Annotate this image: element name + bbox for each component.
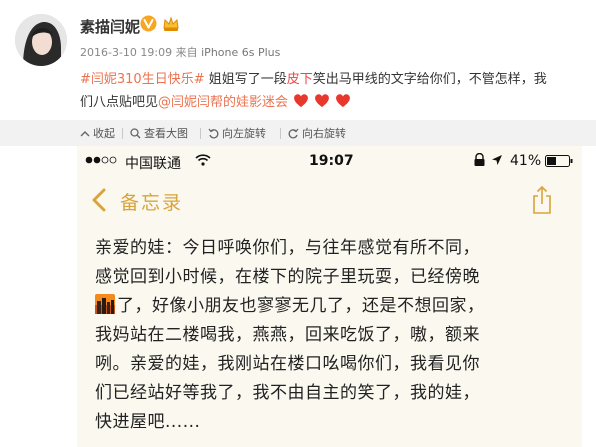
note-line: 感觉回到小时候，在楼下的院子里玩耍，已经傍晚 xyxy=(95,267,480,287)
carrier-name: 中国联通 xyxy=(125,156,181,172)
note-body[interactable]: 亲爱的娃：今日呼唤你们，与往年感觉有所不同， 感觉回到小时候，在楼下的院子里玩耍… xyxy=(95,234,565,437)
avatar[interactable] xyxy=(15,14,67,66)
source-prefix: 来自 xyxy=(175,46,198,59)
note-line-text: 了，好像小朋友也寥寥无几了，还是不想回家， xyxy=(117,296,485,316)
battery-percent: 41% xyxy=(510,153,542,169)
rotate-right-button[interactable]: 向右旋转 xyxy=(288,125,346,141)
verified-icon xyxy=(140,15,157,32)
magnifier-icon xyxy=(130,128,141,139)
notes-back-button[interactable]: 备忘录 xyxy=(120,188,183,215)
toolbar-divider xyxy=(122,128,123,139)
hashtag-link[interactable]: #闫妮310生日快乐# xyxy=(80,72,205,87)
collapse-button[interactable]: 收起 xyxy=(80,125,115,141)
image-toolbar: 收起 查看大图 向左旋转 向右旋转 xyxy=(0,120,596,146)
weibo-post-header: 素描闫妮 2016-3-10 19:09 来自 iPhone 6s Plus #… xyxy=(0,0,596,120)
heart-icon xyxy=(336,94,351,107)
location-arrow-icon xyxy=(492,155,502,165)
rotate-left-label: 向左旋转 xyxy=(222,127,266,140)
source-device[interactable]: iPhone 6s Plus xyxy=(201,46,280,59)
heart-icon xyxy=(294,94,309,107)
heart-icon xyxy=(315,94,330,107)
post-meta: 2016-3-10 19:09 来自 iPhone 6s Plus xyxy=(80,44,280,60)
wifi-icon xyxy=(195,154,211,166)
notes-nav-bar: 备忘录 xyxy=(77,178,582,224)
post-time[interactable]: 2016-3-10 19:09 xyxy=(80,46,172,59)
note-line: 快进屋吧...... xyxy=(95,412,201,432)
sunset-cityscape-emoji-icon xyxy=(95,294,115,314)
mention-link[interactable]: @闫妮闫帮的娃影迷会 xyxy=(158,95,288,110)
back-chevron-icon[interactable] xyxy=(91,188,107,212)
rotate-left-button[interactable]: 向左旋转 xyxy=(208,125,266,141)
signal-strength-icon xyxy=(85,156,117,164)
post-text: #闫妮310生日快乐# 姐姐写了一段皮下笑出马甲线的文字给你们，不管怎样，我 们… xyxy=(80,68,585,117)
note-line: 亲爱的娃：今日呼唤你们，与往年感觉有所不同， xyxy=(95,238,480,258)
ios-status-bar: 中国联通 19:07 41% xyxy=(77,146,582,178)
rotation-lock-icon xyxy=(474,153,485,166)
attached-image-notes-screenshot[interactable]: 中国联通 19:07 41% 备忘录 亲爱的娃：今日呼唤你们，与往年感觉有所不同… xyxy=(77,146,582,447)
rotate-left-icon xyxy=(208,128,219,139)
post-text-segment: 笑出马甲线的文字给你们，不管怎样，我 xyxy=(312,72,547,87)
post-text-segment: 姐姐写了一段 xyxy=(204,72,287,87)
note-line: 我妈站在二楼喝我，燕燕，回来吃饭了，嗷，额来 xyxy=(95,325,480,345)
collapse-label: 收起 xyxy=(93,127,115,140)
note-line: 咧。亲爱的娃，我刚站在楼口吆喝你们，我看见你 xyxy=(95,354,480,374)
collapse-icon xyxy=(80,131,90,137)
rotate-right-label: 向右旋转 xyxy=(302,127,346,140)
view-large-button[interactable]: 查看大图 xyxy=(130,125,188,141)
view-large-label: 查看大图 xyxy=(144,127,188,140)
note-line: 们已经站好等我了，我不由自主的笑了，我的娃， xyxy=(95,383,480,403)
vip-crown-icon[interactable] xyxy=(162,15,180,32)
battery-icon xyxy=(545,155,573,167)
post-text-segment: 们八点贴吧见 xyxy=(80,95,159,110)
toolbar-divider xyxy=(200,128,201,139)
share-icon[interactable] xyxy=(531,185,553,215)
toolbar-divider xyxy=(280,128,281,139)
rotate-right-icon xyxy=(288,128,299,139)
post-text-highlight: 皮下 xyxy=(286,72,313,87)
heart-emoji-group xyxy=(292,92,354,117)
status-time: 19:07 xyxy=(309,153,354,169)
username[interactable]: 素描闫妮 xyxy=(80,16,140,37)
note-line: 了，好像小朋友也寥寥无几了，还是不想回家， xyxy=(95,292,565,321)
